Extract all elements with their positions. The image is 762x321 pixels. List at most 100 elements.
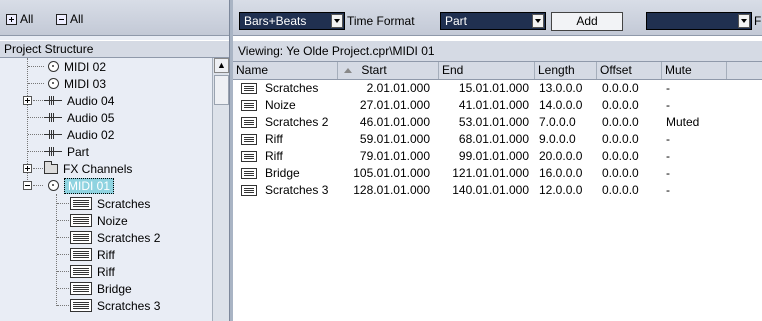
tree-item-fx-channels[interactable]: FX Channels	[44, 160, 132, 177]
cell-length: 7.0.0.0	[539, 115, 576, 129]
table-row[interactable]: Noize 27.01.01.000 41.01.01.000 14.0.0.0…	[233, 97, 762, 114]
cell-mute: -	[666, 183, 670, 197]
cell-length: 20.0.0.0	[539, 149, 583, 163]
expand-all-button[interactable]: All	[6, 11, 33, 27]
column-header-mute[interactable]: Mute	[662, 62, 727, 79]
tree-connector	[57, 203, 69, 204]
display-format-dropdown[interactable]: Bars+Beats	[239, 12, 345, 30]
part-icon	[70, 299, 92, 312]
tree-item-part-scratches-2[interactable]: Scratches 2	[70, 229, 160, 246]
tree-guide	[56, 194, 57, 306]
cell-start: 2.01.01.000	[366, 81, 430, 95]
cell-start: 105.01.01.000	[353, 166, 430, 180]
tree-item-label: Bridge	[97, 281, 132, 296]
chevron-down-icon	[532, 14, 544, 28]
cell-mute: -	[666, 81, 670, 95]
cell-offset: 0.0.0.0	[602, 98, 639, 112]
cell-offset: 0.0.0.0	[602, 132, 639, 146]
event-type-value: Part	[445, 14, 468, 28]
tree-item-part-riff[interactable]: Riff	[70, 246, 115, 263]
expand-toggle[interactable]	[23, 96, 32, 105]
tree-item-part[interactable]: Part	[44, 143, 89, 160]
part-icon	[70, 265, 92, 278]
tree-item-label: Part	[67, 144, 90, 159]
cell-end: 121.01.01.000	[452, 166, 529, 180]
part-icon	[241, 134, 257, 145]
column-header-offset[interactable]: Offset	[597, 62, 662, 79]
tree-item-label: Audio 04	[67, 93, 115, 108]
tree-item-audio-05[interactable]: Audio 05	[44, 109, 114, 126]
cell-length: 14.0.0.0	[539, 98, 583, 112]
cell-offset: 0.0.0.0	[602, 166, 639, 180]
tree-item-label: Riff	[97, 247, 115, 262]
tree-item-part-scratches-3[interactable]: Scratches 3	[70, 297, 160, 314]
cell-mute: -	[666, 166, 670, 180]
column-header-length[interactable]: Length	[535, 62, 597, 79]
cell-name: Noize	[265, 98, 296, 112]
tree-connector	[57, 305, 69, 306]
table-row[interactable]: Riff 79.01.01.000 99.01.01.000 20.0.0.0 …	[233, 148, 762, 165]
display-format-value: Bars+Beats	[244, 14, 307, 28]
tree-connector	[57, 271, 69, 272]
tree-item-midi-01[interactable]: MIDI 01	[48, 177, 115, 194]
scroll-up-arrow-icon[interactable]: ▲	[214, 58, 229, 73]
plus-box-icon	[6, 13, 17, 25]
folder-icon	[44, 160, 58, 174]
cell-name: Scratches 3	[265, 183, 329, 197]
cell-offset: 0.0.0.0	[602, 183, 639, 197]
tree-item-label: Scratches	[97, 196, 151, 211]
tree-item-label: Audio 02	[67, 127, 115, 142]
cell-name: Scratches 2	[265, 115, 329, 129]
tree-scrollbar[interactable]: ▲	[212, 58, 229, 321]
tree-item-audio-04[interactable]: Audio 04	[44, 92, 114, 109]
tree-item-midi-02[interactable]: MIDI 02	[48, 58, 106, 75]
sort-ascending-icon	[344, 68, 352, 74]
tree-item-label: Scratches 2	[97, 230, 161, 245]
cell-start: 79.01.01.000	[359, 149, 430, 163]
column-header-start[interactable]: Start	[338, 62, 439, 79]
cell-end: 140.01.01.000	[452, 183, 529, 197]
scrollbar-thumb[interactable]	[214, 75, 229, 105]
collapse-all-button[interactable]: All	[56, 11, 83, 27]
expand-toggle[interactable]	[23, 164, 32, 173]
column-header-end[interactable]: End	[439, 62, 535, 79]
part-icon	[241, 100, 257, 111]
cell-start: 59.01.01.000	[359, 132, 430, 146]
part-icon	[241, 168, 257, 179]
add-button[interactable]: Add	[551, 12, 623, 31]
part-icon	[70, 197, 92, 210]
part-icon	[241, 151, 257, 162]
tree-connector	[33, 168, 43, 169]
tree-item-label: Riff	[97, 264, 115, 279]
tree-item-part-bridge[interactable]: Bridge	[70, 280, 132, 297]
table-row[interactable]: Scratches 2 46.01.01.000 53.01.01.000 7.…	[233, 114, 762, 131]
tree-item-midi-03[interactable]: MIDI 03	[48, 75, 106, 92]
cell-mute: -	[666, 132, 670, 146]
column-label: Mute	[665, 63, 692, 77]
tree-connector	[57, 254, 69, 255]
project-structure-pane: All All Project Structure MIDI 02 MIDI 0…	[0, 0, 229, 321]
tree-item-part-scratches[interactable]: Scratches	[70, 195, 150, 212]
tree-connector	[28, 83, 44, 84]
cell-length: 13.0.0.0	[539, 81, 583, 95]
tree-item-label-selected: MIDI 01	[64, 177, 115, 194]
collapse-toggle[interactable]	[23, 181, 32, 190]
filter-dropdown[interactable]	[646, 12, 752, 30]
tree-item-part-noize[interactable]: Noize	[70, 212, 128, 229]
column-label: Name	[236, 63, 269, 77]
cell-end: 53.01.01.000	[458, 115, 529, 129]
table-row[interactable]: Bridge 105.01.01.000 121.01.01.000 16.0.…	[233, 165, 762, 182]
collapse-all-label: All	[70, 12, 84, 26]
event-type-dropdown[interactable]: Part	[440, 12, 546, 30]
tree-item-audio-02[interactable]: Audio 02	[44, 126, 114, 143]
column-header-name[interactable]: Name	[233, 62, 338, 79]
cell-start: 27.01.01.000	[359, 98, 430, 112]
table-row[interactable]: Scratches 3 128.01.01.000 140.01.01.000 …	[233, 182, 762, 199]
table-row[interactable]: Scratches 2.01.01.000 15.01.01.000 13.0.…	[233, 80, 762, 97]
project-tree: MIDI 02 MIDI 03 Audio 04 Audio 05 Audio …	[0, 58, 212, 321]
audio-waveform-icon	[44, 129, 62, 140]
tree-item-part-riff-2[interactable]: Riff	[70, 263, 115, 280]
table-row[interactable]: Riff 59.01.01.000 68.01.01.000 9.0.0.0 0…	[233, 131, 762, 148]
tree-item-label: FX Channels	[63, 161, 133, 176]
column-label: Length	[538, 63, 575, 77]
